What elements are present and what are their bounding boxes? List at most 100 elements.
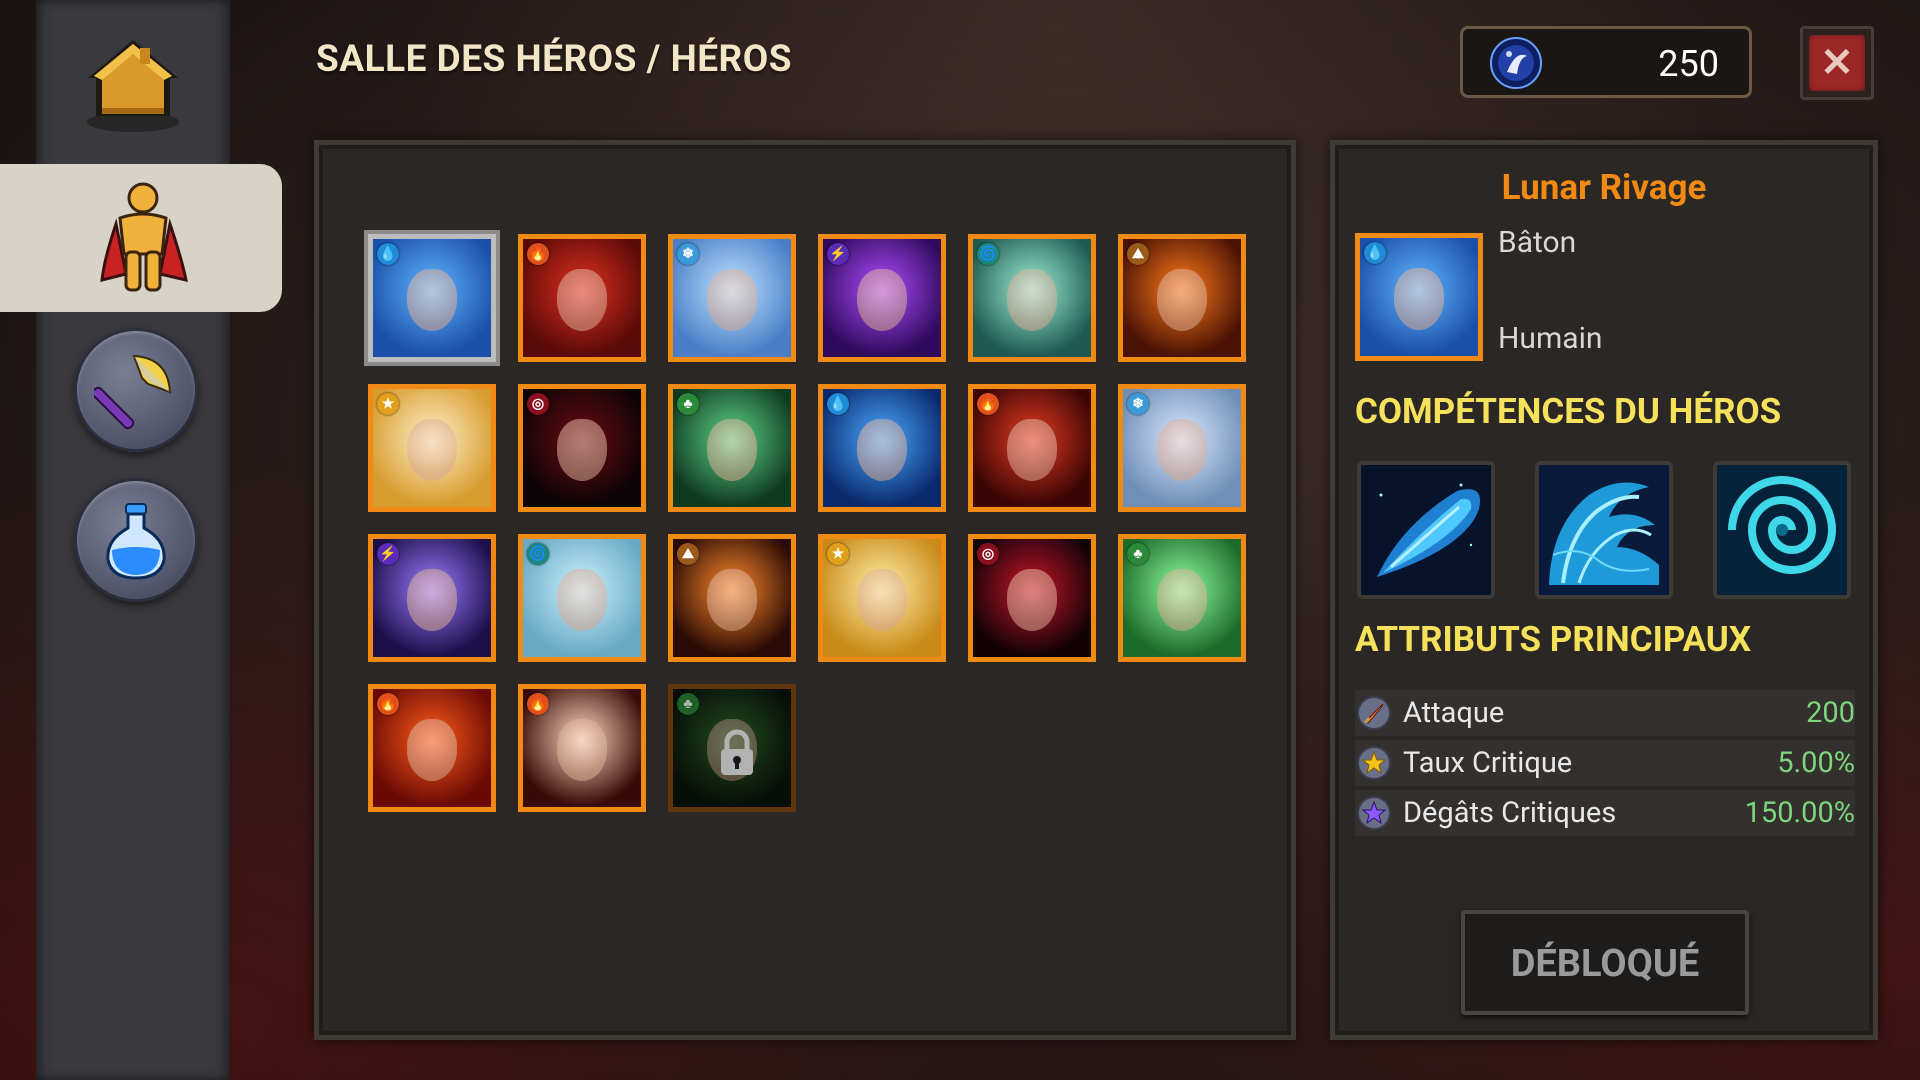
lightning-element-icon: ⚡ [377, 543, 399, 565]
attribute-value: 150.00% [1744, 796, 1855, 830]
wind-element-icon: 🌀 [527, 543, 549, 565]
purple-star-icon [1357, 796, 1391, 830]
nature-element-icon: ♣ [677, 693, 699, 715]
hero-card[interactable]: 🔥 [518, 234, 646, 362]
soul-orb-icon [1490, 37, 1542, 89]
hero-card[interactable]: ♣ [1118, 534, 1246, 662]
attribute-row-crit-rate: Taux Critique 5.00% [1355, 740, 1855, 788]
hero-card[interactable]: 🔥 [968, 384, 1096, 512]
unlocked-button[interactable]: DÉBLOQUÉ [1461, 910, 1749, 1015]
hero-face [1157, 269, 1207, 331]
hero-face [1007, 419, 1057, 481]
hero-face [407, 269, 457, 331]
hero-card[interactable]: 🔥 [518, 684, 646, 812]
water-element-icon: 💧 [827, 393, 849, 415]
hero-card[interactable]: 💧 [818, 384, 946, 512]
hero-card[interactable]: ⚡ [368, 534, 496, 662]
close-icon: ✕ [1820, 39, 1854, 86]
home-button[interactable] [78, 26, 188, 136]
fire-element-icon: 🔥 [527, 243, 549, 265]
hero-face [857, 569, 907, 631]
dark-element-icon: ◎ [977, 543, 999, 565]
hero-face [407, 719, 457, 781]
fire-element-icon: 🔥 [377, 693, 399, 715]
attribute-label: Dégâts Critiques [1403, 796, 1617, 830]
skill-slot-2[interactable] [1535, 461, 1673, 599]
light-element-icon: ★ [827, 543, 849, 565]
hero-face [1007, 269, 1057, 331]
hero-card[interactable]: ❄ [668, 234, 796, 362]
hero-card[interactable]: 💧 [364, 230, 500, 366]
hero-card[interactable]: ❄ [1118, 384, 1246, 512]
potion-flask-icon [106, 503, 166, 580]
currency-value: 250 [1658, 43, 1719, 85]
earth-element-icon: ⛰ [677, 543, 699, 565]
hero-face [557, 719, 607, 781]
attribute-value: 200 [1806, 696, 1855, 730]
hero-card[interactable]: 🔥 [368, 684, 496, 812]
earth-element-icon: ⛰ [1127, 243, 1149, 265]
hero-face [1157, 419, 1207, 481]
fire-element-icon: 🔥 [977, 393, 999, 415]
attribute-label: Attaque [1403, 696, 1505, 730]
sidebar-item-potions[interactable] [74, 478, 198, 602]
water-wave-skill-icon [1539, 465, 1669, 595]
nature-element-icon: ♣ [677, 393, 699, 415]
hero-face [707, 419, 757, 481]
hero-name: Lunar Rivage [1501, 167, 1707, 208]
hero-grid-panel: 💧 🔥 ❄ ⚡ 🌀 ⛰ ★ ◎ ♣ 💧 🔥 ❄ ⚡ 🌀 ⛰ ★ ◎ ♣ 🔥 🔥 ♣ [314, 140, 1296, 1040]
hero-card[interactable]: ◎ [968, 534, 1096, 662]
house-icon [87, 40, 179, 132]
skill-slot-3[interactable] [1713, 461, 1851, 599]
hero-face [707, 269, 757, 331]
hero-card[interactable]: 🌀 [518, 534, 646, 662]
hero-face [557, 419, 607, 481]
hero-face [1394, 268, 1444, 330]
hero-face [857, 269, 907, 331]
skill-slot-1[interactable] [1357, 461, 1495, 599]
lightning-element-icon: ⚡ [827, 243, 849, 265]
hero-card[interactable]: ⛰ [1118, 234, 1246, 362]
hero-card[interactable]: 🌀 [968, 234, 1096, 362]
water-comet-skill-icon [1361, 465, 1491, 595]
attribute-row-crit-damage: Dégâts Critiques 150.00% [1355, 790, 1855, 838]
unlocked-button-label: DÉBLOQUÉ [1510, 942, 1700, 986]
dark-element-icon: ◎ [527, 393, 549, 415]
hero-card[interactable]: ★ [368, 384, 496, 512]
hero-card[interactable]: ♣ [668, 384, 796, 512]
light-element-icon: ★ [377, 393, 399, 415]
attribute-value: 5.00% [1777, 746, 1855, 780]
sword-icon [1357, 696, 1391, 730]
selected-hero-portrait: 💧 [1355, 233, 1483, 361]
hero-face [557, 569, 607, 631]
fire-element-icon: 🔥 [527, 693, 549, 715]
close-button[interactable]: ✕ [1800, 26, 1874, 100]
attribute-label: Taux Critique [1403, 746, 1573, 780]
page-title: SALLE DES HÉROS / HÉROS [316, 38, 793, 81]
hero-card[interactable]: ★ [818, 534, 946, 662]
hero-face [1007, 569, 1057, 631]
hero-face [707, 569, 757, 631]
sidebar-item-heroes[interactable] [0, 164, 282, 312]
hero-face [857, 419, 907, 481]
close-button-face: ✕ [1809, 35, 1865, 91]
hero-face [1157, 569, 1207, 631]
wind-element-icon: 🌀 [977, 243, 999, 265]
hero-card-locked[interactable]: ♣ [668, 684, 796, 812]
hero-cape-icon [100, 182, 188, 292]
hero-face [557, 269, 607, 331]
hero-face [407, 419, 457, 481]
hero-card[interactable]: ◎ [518, 384, 646, 512]
currency-display: 250 [1460, 26, 1752, 98]
ice-element-icon: ❄ [677, 243, 699, 265]
hero-card[interactable]: ⚡ [818, 234, 946, 362]
hero-race: Humain [1498, 321, 1603, 356]
hero-weapon: Bâton [1498, 225, 1577, 260]
water-element-icon: 💧 [377, 243, 399, 265]
hero-detail-panel: Lunar Rivage 💧 Bâton Humain COMPÉTENCES … [1330, 140, 1878, 1040]
sidebar-item-weapons[interactable] [74, 328, 198, 452]
star-icon [1357, 746, 1391, 780]
ice-element-icon: ❄ [1127, 393, 1149, 415]
water-vortex-skill-icon [1717, 465, 1847, 595]
hero-card[interactable]: ⛰ [668, 534, 796, 662]
